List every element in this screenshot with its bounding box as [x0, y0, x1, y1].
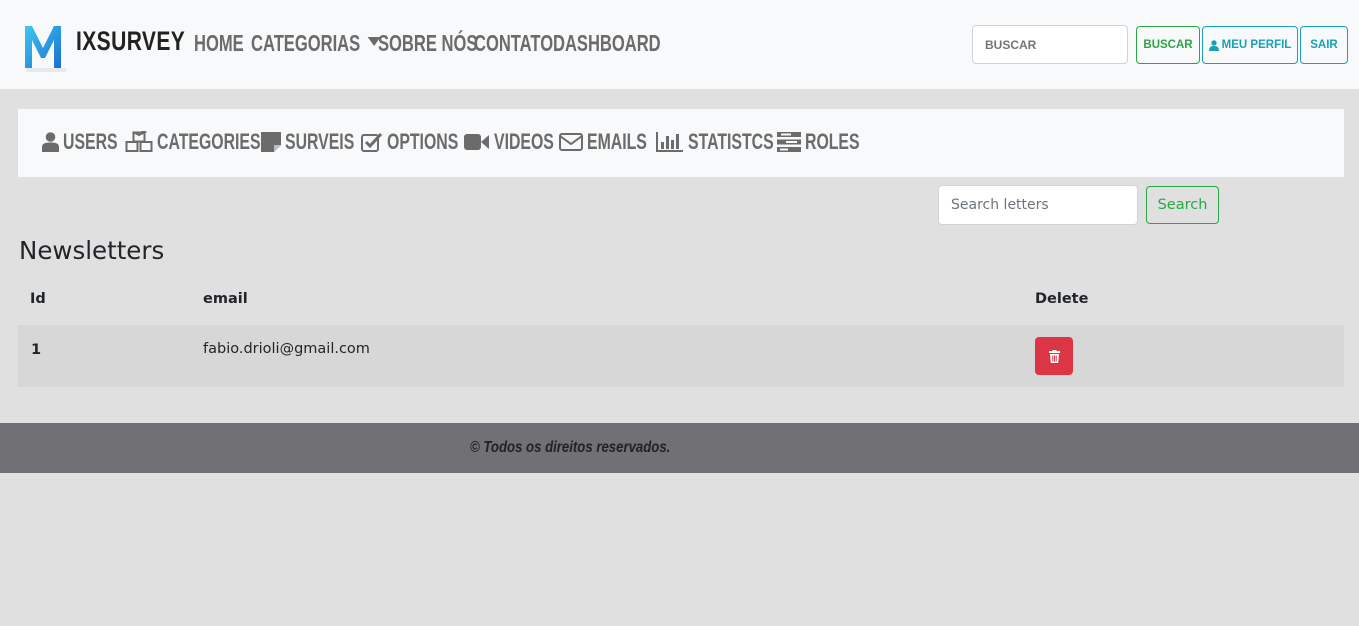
top-navbar: IXSURVEY HOME CATEGORIAS SOBRE NÓS CONTA…: [0, 0, 1359, 89]
bar-chart-icon: [656, 132, 683, 152]
profile-button[interactable]: MEU PERFIL: [1202, 26, 1298, 64]
admin-nav-emails[interactable]: EMAILS: [559, 129, 670, 155]
logout-button[interactable]: SAIR: [1300, 26, 1348, 64]
column-header-delete: Delete: [1035, 291, 1089, 307]
nav-categorias-label: CATEGORIAS: [251, 30, 361, 56]
trash-icon: [1048, 349, 1060, 363]
header-search-label: BUSCAR: [1143, 39, 1193, 51]
envelope-icon: [559, 133, 583, 151]
admin-nav-label: EMAILS: [587, 129, 647, 154]
list-tasks-icon: [777, 132, 801, 152]
delete-button[interactable]: [1035, 337, 1073, 375]
footer: © Todos os direitos reservados.: [0, 423, 1359, 473]
profile-label: MEU PERFIL: [1221, 39, 1292, 51]
video-camera-icon: [464, 134, 489, 150]
admin-nav-label: VIDEOS: [494, 129, 554, 154]
logout-label: SAIR: [1310, 39, 1338, 51]
admin-nav-label: USERS: [63, 129, 118, 154]
brand-name[interactable]: IXSURVEY: [76, 26, 185, 57]
user-icon: [1208, 39, 1219, 51]
nav-categorias-dropdown[interactable]: CATEGORIAS: [251, 30, 381, 57]
user-icon: [42, 132, 59, 152]
footer-copyright: © Todos os direitos reservados.: [470, 439, 671, 456]
table-row: 1 fabio.drioli@gmail.com: [18, 325, 1344, 387]
column-header-id: Id: [30, 291, 46, 307]
admin-nav-label: CATEGORIES: [157, 129, 261, 154]
header-search-button[interactable]: BUSCAR: [1136, 26, 1200, 64]
check-square-icon: [361, 132, 383, 152]
search-letters-input[interactable]: [938, 185, 1138, 225]
cell-email: fabio.drioli@gmail.com: [203, 341, 370, 357]
nav-contato-link[interactable]: CONTATO: [474, 30, 553, 57]
header-search-input[interactable]: [972, 25, 1128, 64]
cubes-icon: [125, 131, 153, 152]
mixsurvey-logo-icon[interactable]: [22, 22, 76, 72]
nav-dashboard-link[interactable]: DASHBOARD: [553, 30, 661, 57]
admin-nav-label: SURVEIS: [285, 129, 355, 154]
nav-sobre-link[interactable]: SOBRE NÓS: [378, 30, 477, 57]
admin-nav: USERS CATEGORIES SURVEIS OPTIONS VIDEOS …: [18, 109, 1344, 177]
admin-nav-label: OPTIONS: [387, 129, 459, 154]
nav-home-link[interactable]: HOME: [194, 30, 244, 57]
admin-nav-label: STATISTCS: [688, 129, 774, 154]
page-title: Newsletters: [19, 236, 165, 265]
sticky-note-icon: [261, 132, 281, 152]
cell-id: 1: [31, 342, 42, 358]
admin-nav-roles[interactable]: ROLES: [777, 129, 881, 155]
admin-nav-label: ROLES: [805, 129, 860, 154]
column-header-email: email: [203, 291, 248, 307]
search-letters-button[interactable]: Search: [1146, 186, 1219, 224]
